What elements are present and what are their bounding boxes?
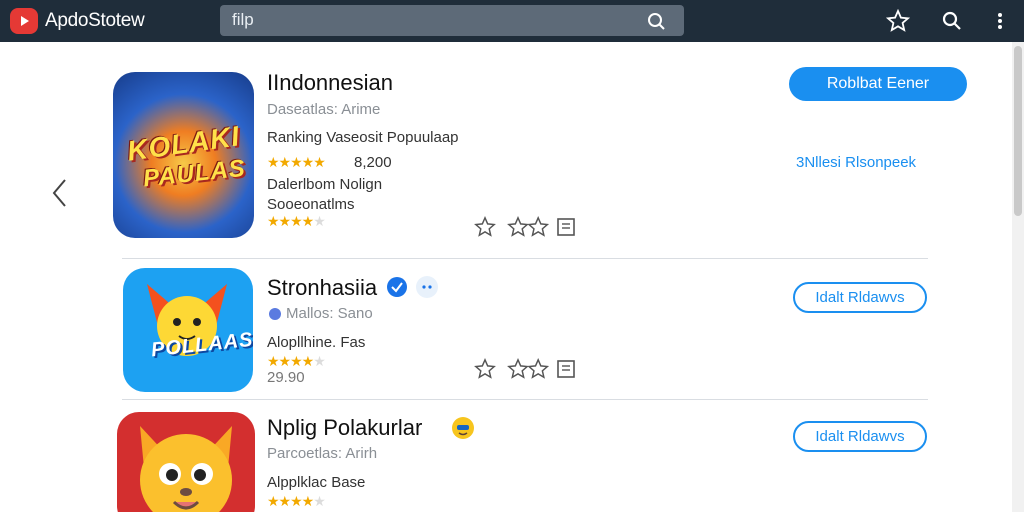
outline-action-button[interactable]: Idalt Rldawvs xyxy=(793,282,927,313)
app-detail-line: Sooeonatlms xyxy=(267,196,355,213)
check-badge-icon xyxy=(269,308,281,320)
list-item[interactable]: Nplig Polakurlar Parcoetlas: Arirh Alppl… xyxy=(0,400,1010,512)
list-item[interactable]: KOLAKI PAULAS IIndonnesian Daseatlas: Ar… xyxy=(0,42,1010,258)
list-item[interactable]: POLLAAS Stronhasiia Mallos: Sano Alopllh… xyxy=(0,259,1010,399)
rating-stars: ★★★★★ xyxy=(267,353,326,369)
double-star-icon[interactable] xyxy=(506,358,552,380)
item-actions xyxy=(474,216,584,240)
info-badge-icon xyxy=(416,276,438,298)
app-icon-image[interactable]: POLLAAS xyxy=(123,268,253,392)
app-name: ApdoStotew xyxy=(45,10,145,31)
app-title[interactable]: Nplig Polakurlar xyxy=(267,415,422,441)
top-bar: ApdoStotew filp xyxy=(0,0,1024,42)
app-detail-line: Ranking Vaseosit Popuulaap xyxy=(267,129,459,146)
secondary-link[interactable]: 3Nllesi Rlsonpeek xyxy=(796,154,916,171)
scrollbar-thumb[interactable] xyxy=(1014,46,1022,216)
item-actions xyxy=(474,358,584,382)
double-star-icon[interactable] xyxy=(506,216,552,238)
bookmark-icon[interactable] xyxy=(556,359,576,379)
star-icon[interactable] xyxy=(886,9,910,33)
star-outline-icon[interactable] xyxy=(474,358,496,380)
app-detail-line: Alpplklac Base xyxy=(267,474,366,491)
primary-action-button[interactable]: Roblbat Eener xyxy=(789,67,967,101)
rating-count: 8,200 xyxy=(354,154,392,171)
app-detail-line: Alopllhine. Fas xyxy=(267,334,366,351)
emoji-badge-icon xyxy=(452,417,474,439)
app-icon-image[interactable]: KOLAKI PAULAS xyxy=(113,72,254,238)
rating-stars: ★★★★★ xyxy=(267,154,326,170)
app-detail-line: Dalerlbom Nolign xyxy=(267,176,383,193)
rating-stars: ★★★★★ xyxy=(267,213,326,229)
rating-stars: ★★★★★ xyxy=(267,493,326,509)
verified-badge-icon xyxy=(387,277,407,297)
search-bar[interactable]: filp xyxy=(220,5,684,36)
app-subtitle: Daseatlas: Arime xyxy=(267,101,381,118)
app-subtitle: Parcoetlas: Arirh xyxy=(267,445,378,462)
app-title[interactable]: IIndonnesian xyxy=(267,70,393,96)
more-icon[interactable] xyxy=(988,9,1012,33)
scrollbar[interactable] xyxy=(1012,42,1024,512)
search-input[interactable]: filp xyxy=(232,10,254,30)
search-icon[interactable] xyxy=(646,11,666,31)
app-logo-icon[interactable] xyxy=(10,8,38,34)
cat-mascot-icon xyxy=(140,426,232,512)
rating-count: 29.90 xyxy=(267,369,305,386)
app-title[interactable]: Stronhasiia xyxy=(267,275,377,301)
app-icon-image[interactable] xyxy=(117,412,255,512)
app-subtitle: Mallos: Sano xyxy=(286,305,373,322)
outline-action-button[interactable]: Idalt Rldawvs xyxy=(793,421,927,452)
bookmark-icon[interactable] xyxy=(556,217,576,237)
star-outline-icon[interactable] xyxy=(474,216,496,238)
search-icon[interactable] xyxy=(940,9,964,33)
